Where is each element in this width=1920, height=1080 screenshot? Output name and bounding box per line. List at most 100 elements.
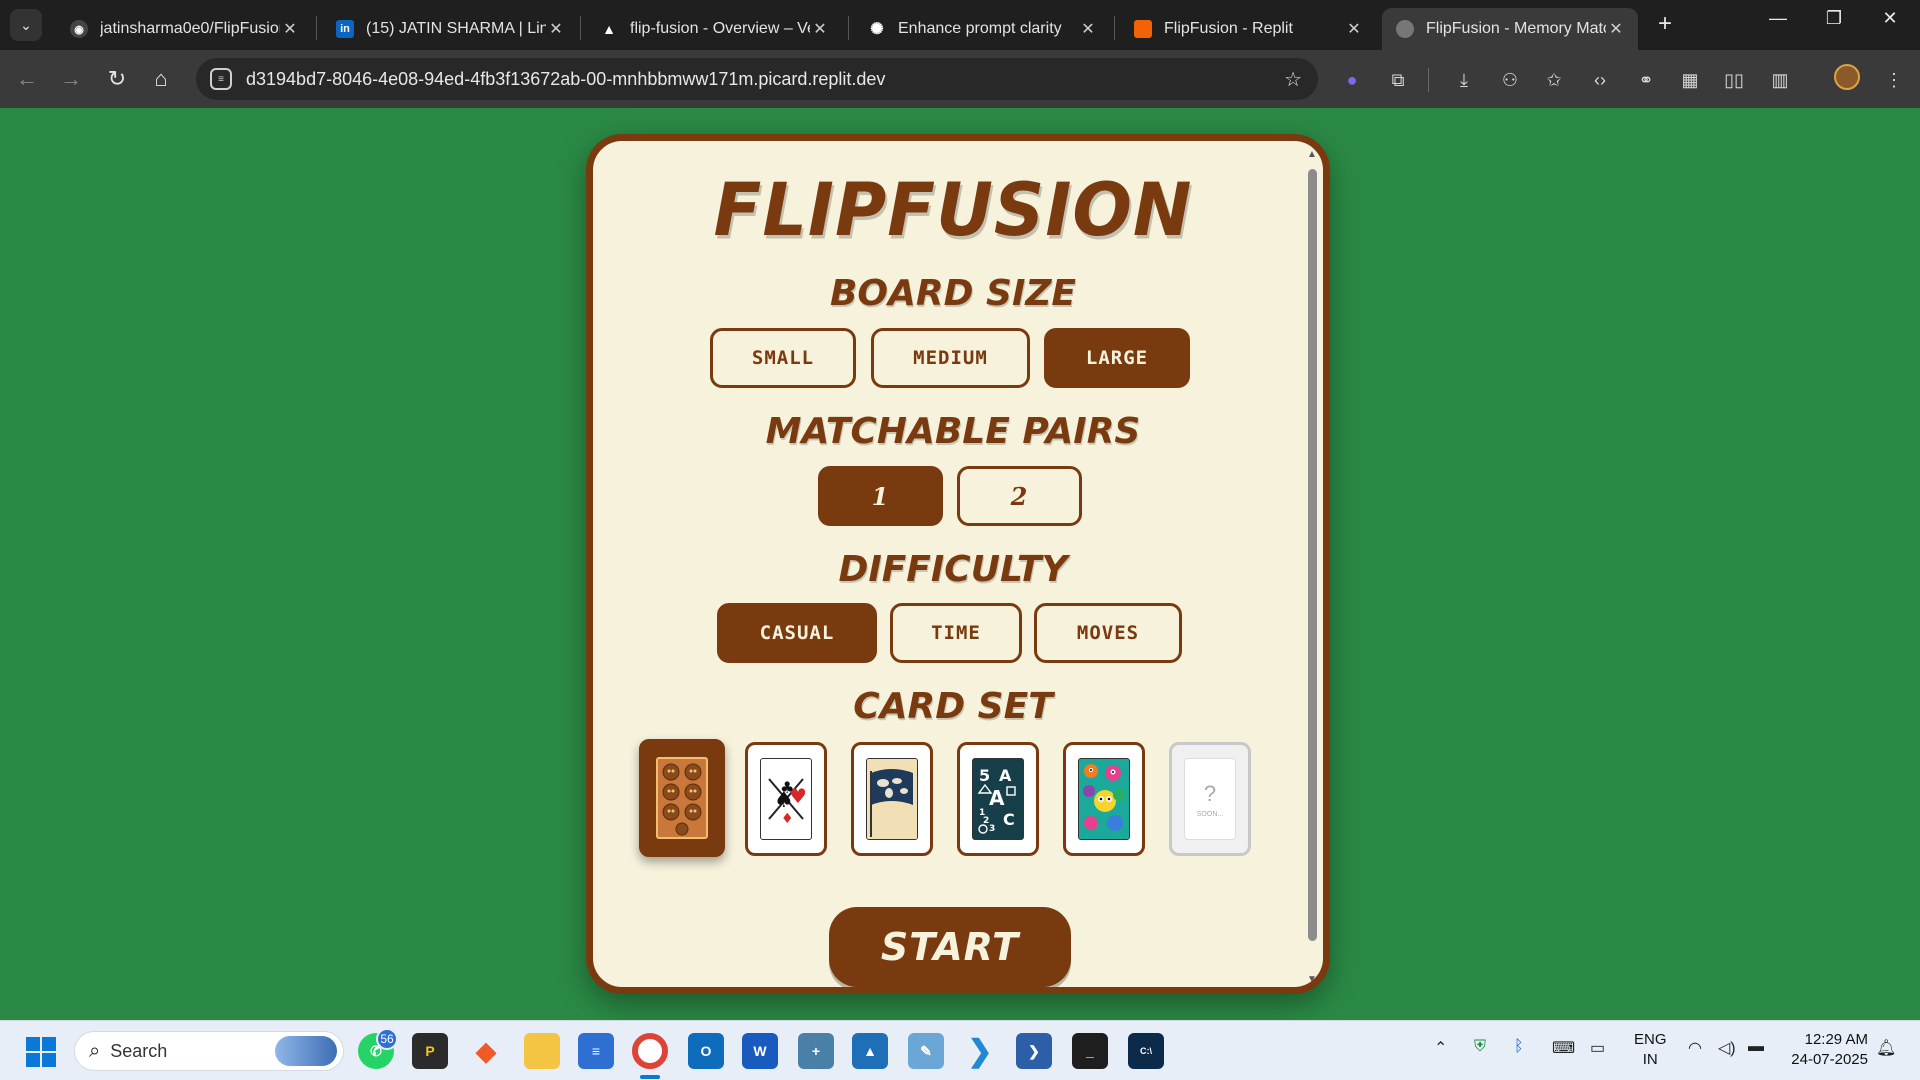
- vscode-icon[interactable]: ❯: [962, 1033, 998, 1069]
- chrome-icon[interactable]: [632, 1033, 668, 1069]
- url-text[interactable]: d3194bd7-8046-4e08-94ed-4fb3f13672ab-00-…: [246, 69, 1284, 90]
- brave-browser-icon[interactable]: ◆: [468, 1033, 504, 1069]
- close-tab-icon[interactable]: ✕: [1606, 19, 1626, 39]
- tab-divider: [1114, 16, 1115, 40]
- card-set-classic-suits[interactable]: ♠ ♥ ♣ ♦: [745, 742, 827, 856]
- outlook-icon[interactable]: O: [688, 1033, 724, 1069]
- globe-icon: [1396, 20, 1414, 38]
- favorites-icon[interactable]: ✩: [1540, 66, 1568, 94]
- animals-card-icon: [656, 757, 708, 839]
- difficulty-time-button[interactable]: TIME: [890, 603, 1022, 663]
- toolbar-divider: [1428, 68, 1429, 92]
- game-title: FLIPFUSION: [713, 166, 1193, 254]
- close-tab-icon[interactable]: ✕: [810, 19, 830, 39]
- back-button[interactable]: ←: [12, 64, 42, 94]
- svg-text:A: A: [989, 786, 1005, 810]
- forward-button[interactable]: →: [56, 64, 86, 94]
- active-app-indicator: [640, 1075, 660, 1079]
- browser-tab[interactable]: in (15) JATIN SHARMA | LinkedIn ✕: [322, 8, 578, 50]
- notepad-icon[interactable]: ≡: [578, 1033, 614, 1069]
- tab-divider: [580, 16, 581, 40]
- security-shield-icon[interactable]: ⛨: [1474, 1038, 1486, 1056]
- qr-code-icon[interactable]: ▦: [1676, 66, 1704, 94]
- close-tab-icon[interactable]: ✕: [280, 19, 300, 39]
- windows-taskbar: ⌕ Search ✆ P ◆ ≡ O W + ▲ ✎ ❯ ❯ _ C:\: [0, 1020, 1920, 1080]
- powershell-icon[interactable]: ❯: [1016, 1033, 1052, 1069]
- matchable-pairs-heading: MATCHABLE PAIRS: [765, 411, 1141, 452]
- bookmark-star-icon[interactable]: ☆: [1284, 67, 1302, 92]
- card-set-coming-soon: ? SOON...: [1169, 742, 1251, 856]
- board-size-heading: BOARD SIZE: [829, 273, 1077, 314]
- system-clock[interactable]: 12:29 AM 24-07-2025: [1782, 1030, 1868, 1070]
- reading-mode-icon[interactable]: ▯▯: [1720, 66, 1748, 94]
- board-size-large-button[interactable]: LARGE: [1044, 328, 1190, 388]
- notification-bell-icon[interactable]: 🔔︎: [1876, 1038, 1896, 1058]
- side-panel-icon[interactable]: ▥: [1766, 66, 1794, 94]
- scroll-down-arrow-icon[interactable]: ▼: [1305, 974, 1319, 985]
- battery-icon[interactable]: ▬: [1748, 1038, 1764, 1056]
- tab-title: (15) JATIN SHARMA | LinkedIn: [366, 20, 546, 37]
- link-icon[interactable]: ⚭: [1632, 66, 1660, 94]
- browser-tab[interactable]: ▲ flip-fusion - Overview – Vercel ✕: [586, 8, 842, 50]
- wifi-icon[interactable]: ◠: [1688, 1038, 1702, 1058]
- language-code: ENG: [1634, 1031, 1667, 1048]
- tab-title: jatinsharma0e0/FlipFusion: [100, 20, 280, 37]
- pairs-2-button[interactable]: 2: [957, 466, 1082, 526]
- card-set-animals[interactable]: [639, 739, 725, 857]
- reload-button[interactable]: ↻: [102, 64, 132, 94]
- browser-tab[interactable]: FlipFusion - Replit ✕: [1120, 8, 1376, 50]
- profile-avatar[interactable]: [1834, 64, 1860, 90]
- python-ide-icon[interactable]: P: [412, 1033, 448, 1069]
- taskbar-search-box[interactable]: ⌕ Search: [74, 1031, 344, 1071]
- tab-search-button[interactable]: ⌄: [10, 9, 42, 41]
- menu-icon[interactable]: ⋮: [1880, 66, 1908, 94]
- close-tab-icon[interactable]: ✕: [1344, 19, 1364, 39]
- display-icon[interactable]: ▭: [1590, 1038, 1605, 1058]
- card-set-alphabet-numbers[interactable]: 5 A A C 1 2 3: [957, 742, 1039, 856]
- browser-tab[interactable]: ◉ jatinsharma0e0/FlipFusion ✕: [56, 8, 312, 50]
- extension-drop-icon[interactable]: ●: [1338, 66, 1366, 94]
- extensions-puzzle-icon[interactable]: ⧉: [1384, 66, 1412, 94]
- site-info-icon[interactable]: ≡: [210, 68, 232, 90]
- close-window-button[interactable]: ✕: [1870, 8, 1910, 29]
- photos-icon[interactable]: ▲: [852, 1033, 888, 1069]
- input-language[interactable]: ENG IN: [1634, 1030, 1667, 1070]
- windows-start-icon[interactable]: [26, 1037, 56, 1067]
- code-icon[interactable]: ‹›: [1586, 66, 1614, 94]
- minimize-button[interactable]: —: [1758, 8, 1798, 29]
- volume-icon[interactable]: ◁): [1718, 1038, 1736, 1058]
- incognito-icon[interactable]: ⚇: [1496, 66, 1524, 94]
- close-tab-icon[interactable]: ✕: [546, 19, 566, 39]
- word-icon[interactable]: W: [742, 1033, 778, 1069]
- pairs-1-button[interactable]: 1: [818, 466, 943, 526]
- address-bar[interactable]: ≡ d3194bd7-8046-4e08-94ed-4fb3f13672ab-0…: [196, 58, 1318, 100]
- restore-button[interactable]: ❐: [1814, 8, 1854, 29]
- home-button[interactable]: ⌂: [146, 64, 176, 94]
- keyboard-icon[interactable]: ⌨: [1552, 1038, 1575, 1058]
- paint-icon[interactable]: ✎: [908, 1033, 944, 1069]
- difficulty-casual-button[interactable]: CASUAL: [717, 603, 877, 663]
- tab-divider: [316, 16, 317, 40]
- browser-tab-active[interactable]: FlipFusion - Memory Match ✕: [1382, 8, 1638, 50]
- bluetooth-icon[interactable]: ᛒ: [1514, 1038, 1524, 1056]
- chevron-up-icon[interactable]: ⌃: [1434, 1038, 1447, 1058]
- board-size-small-button[interactable]: SMALL: [710, 328, 856, 388]
- file-explorer-icon[interactable]: [524, 1033, 560, 1069]
- difficulty-moves-button[interactable]: MOVES: [1034, 603, 1182, 663]
- clock-date: 24-07-2025: [1791, 1051, 1868, 1068]
- command-prompt-icon[interactable]: C:\: [1128, 1033, 1164, 1069]
- scroll-up-arrow-icon[interactable]: ▲: [1305, 149, 1319, 160]
- board-size-medium-button[interactable]: MEDIUM: [871, 328, 1030, 388]
- downloads-icon[interactable]: ⤓: [1450, 66, 1478, 94]
- remote-desktop-icon[interactable]: +: [798, 1033, 834, 1069]
- svg-text:A: A: [999, 766, 1012, 785]
- svg-text:C: C: [1003, 810, 1015, 829]
- card-set-world-map[interactable]: [851, 742, 933, 856]
- new-tab-button[interactable]: +: [1650, 10, 1680, 38]
- card-set-monsters[interactable]: [1063, 742, 1145, 856]
- search-highlight-image: [275, 1036, 337, 1066]
- start-button[interactable]: START: [829, 907, 1071, 987]
- terminal-icon[interactable]: _: [1072, 1033, 1108, 1069]
- close-tab-icon[interactable]: ✕: [1078, 19, 1098, 39]
- browser-tab[interactable]: ✺ Enhance prompt clarity ✕: [854, 8, 1110, 50]
